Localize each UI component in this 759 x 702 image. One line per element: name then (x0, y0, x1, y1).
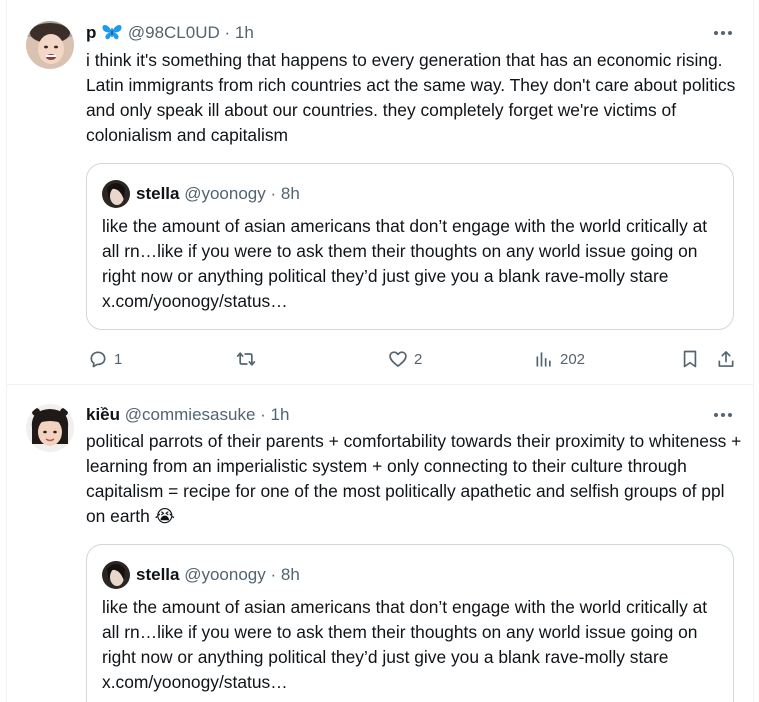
more-dot-icon (728, 413, 732, 417)
butterfly-icon (101, 23, 128, 42)
tweet-header: kiều @commiesasuke · 1h (86, 404, 289, 426)
share-icon (718, 351, 734, 367)
tweet-text: political parrots of their parents + com… (86, 429, 746, 529)
user-handle[interactable]: @commiesasuke (125, 405, 256, 424)
timestamp: 8h (280, 184, 300, 203)
quoted-tweet[interactable]: stella @yoonogy · 8h like the amount of … (86, 163, 734, 330)
separator-dot: · (270, 184, 277, 203)
heart-icon (389, 351, 407, 367)
reply-icon (90, 351, 106, 368)
more-options-button[interactable] (711, 23, 735, 43)
avatar[interactable] (26, 404, 74, 452)
timestamp[interactable]: 1h (271, 405, 290, 424)
repost-icon (236, 352, 256, 366)
timestamp: 8h (280, 565, 300, 584)
more-dot-icon (714, 413, 718, 417)
quoted-tweet-header: stella @yoonogy · 8h (102, 560, 300, 590)
bookmark-button[interactable] (680, 344, 700, 374)
tweet[interactable]: p @98CL0UD · 1h i think it's something t… (7, 0, 753, 385)
more-dot-icon (721, 31, 725, 35)
bookmark-icon (683, 350, 697, 368)
tweet-header: p @98CL0UD · 1h (86, 22, 254, 44)
tweet[interactable]: kiều @commiesasuke · 1h political parrot… (7, 386, 753, 702)
timeline-right-border (753, 0, 754, 702)
quoted-tweet-text: like the amount of asian americans that … (102, 597, 708, 692)
more-options-button[interactable] (711, 405, 735, 425)
repost-button[interactable] (236, 344, 256, 374)
timestamp[interactable]: 1h (235, 23, 254, 42)
quoted-tweet-text: like the amount of asian americans that … (102, 216, 708, 311)
tweet-text-content: political parrots of their parents + com… (86, 431, 742, 526)
user-handle: @yoonogy (184, 565, 266, 584)
display-name[interactable]: p (86, 23, 96, 42)
separator-dot: · (270, 565, 277, 584)
like-button[interactable]: 2 (388, 344, 422, 374)
more-dot-icon (728, 31, 732, 35)
more-dot-icon (714, 31, 718, 35)
display-name: stella (136, 184, 180, 203)
views-button[interactable]: 202 (534, 344, 585, 374)
quoted-tweet-header: stella @yoonogy · 8h (102, 179, 300, 209)
avatar[interactable] (26, 21, 74, 69)
separator-dot: · (224, 23, 231, 42)
tweet-text: i think it's something that happens to e… (86, 50, 736, 145)
avatar (102, 561, 130, 589)
share-button[interactable] (716, 344, 736, 374)
user-handle[interactable]: @98CL0UD (128, 23, 220, 42)
avatar (102, 180, 130, 208)
emoji: 😭 (154, 506, 175, 526)
user-handle: @yoonogy (184, 184, 266, 203)
separator-dot: · (260, 405, 266, 424)
analytics-icon (536, 352, 551, 367)
reply-count: 1 (114, 350, 123, 368)
reply-button[interactable]: 1 (88, 344, 122, 374)
more-dot-icon (721, 413, 725, 417)
display-name[interactable]: kiều (86, 405, 120, 424)
tweet-actions: 1 2 202 (86, 344, 746, 374)
like-count: 2 (414, 350, 423, 368)
display-name: stella (136, 565, 180, 584)
quoted-tweet[interactable]: stella @yoonogy · 8h like the amount of … (86, 544, 734, 702)
view-count: 202 (560, 350, 586, 368)
